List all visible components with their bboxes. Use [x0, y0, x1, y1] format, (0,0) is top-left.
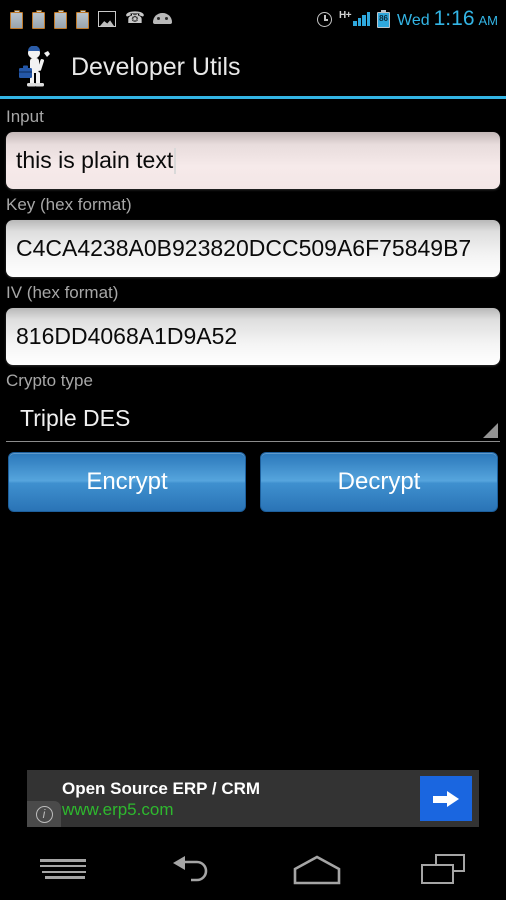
nav-back-button[interactable] [127, 838, 254, 900]
alarm-clock-icon [316, 11, 333, 28]
ad-text-block: Open Source ERP / CRM www.erp5.com [27, 778, 420, 820]
clock-time: 1:16 [433, 7, 475, 30]
main-content: Input this is plain text Key (hex format… [0, 101, 506, 512]
home-icon [292, 855, 341, 885]
action-button-row: Encrypt Decrypt [0, 442, 506, 512]
encrypt-button[interactable]: Encrypt [8, 452, 246, 512]
recent-apps-icon [420, 854, 465, 884]
android-bugdroid-icon [153, 12, 172, 26]
info-icon: i [35, 805, 53, 823]
clipboard-icon [32, 9, 45, 29]
status-bar-system: H+ 86 Wed 1:16 AM [316, 7, 498, 31]
crypto-type-spinner[interactable]: Triple DES [6, 396, 500, 442]
key-field[interactable]: C4CA4238A0B923820DCC509A6F75849B7 [6, 220, 500, 277]
nav-home-button[interactable] [253, 838, 380, 900]
text-caret [174, 147, 177, 174]
ad-title: Open Source ERP / CRM [62, 778, 261, 798]
status-bar-clock: Wed 1:16 AM [397, 7, 498, 31]
status-bar: ☎ H+ 86 Wed 1:16 AM [0, 0, 506, 38]
input-label: Input [6, 107, 44, 126]
ad-cta-button[interactable] [420, 776, 472, 821]
back-icon [167, 854, 213, 884]
nav-recent-apps-button[interactable] [380, 838, 506, 900]
battery-percent-label: 86 [379, 14, 388, 23]
phone-call-icon: ☎ [125, 9, 145, 27]
page-title: Developer Utils [71, 52, 241, 81]
signal-hplus-icon: H+ [339, 10, 371, 26]
arrow-right-icon [433, 790, 459, 807]
status-bar-notifications[interactable]: ☎ [10, 9, 172, 29]
battery-icon: 86 [377, 10, 391, 28]
ad-url: www.erp5.com [62, 799, 174, 819]
clipboard-icon [10, 9, 23, 29]
clock-day: Wed [397, 12, 430, 29]
adchoices-button[interactable]: i [27, 801, 61, 827]
iv-label: IV (hex format) [6, 283, 119, 302]
decrypt-button[interactable]: Decrypt [260, 452, 498, 512]
action-bar: Developer Utils [0, 38, 506, 96]
key-label: Key (hex format) [6, 195, 132, 214]
network-type-label: H+ [339, 10, 352, 21]
crypto-type-selected: Triple DES [20, 405, 131, 431]
android-screen: ☎ H+ 86 Wed 1:16 AM Developer Utils Inpu… [0, 0, 506, 900]
iv-field[interactable]: 816DD4068A1D9A52 [6, 308, 500, 365]
developer-utils-icon[interactable] [17, 45, 57, 88]
accent-divider [0, 96, 506, 99]
input-value: this is plain text [16, 147, 174, 173]
chevron-down-icon [483, 423, 498, 438]
iv-value: 816DD4068A1D9A52 [16, 323, 238, 349]
image-icon [98, 11, 116, 27]
menu-icon [40, 859, 87, 879]
input-field[interactable]: this is plain text [6, 132, 500, 189]
nav-menu-button[interactable] [0, 838, 127, 900]
clipboard-icon [54, 9, 67, 29]
key-value: C4CA4238A0B923820DCC509A6F75849B7 [16, 235, 472, 261]
clipboard-icon [76, 9, 89, 29]
navigation-bar [0, 838, 506, 900]
clock-ampm: AM [478, 13, 499, 28]
ad-banner[interactable]: i Open Source ERP / CRM www.erp5.com [27, 770, 479, 827]
crypto-type-label: Crypto type [6, 371, 93, 390]
